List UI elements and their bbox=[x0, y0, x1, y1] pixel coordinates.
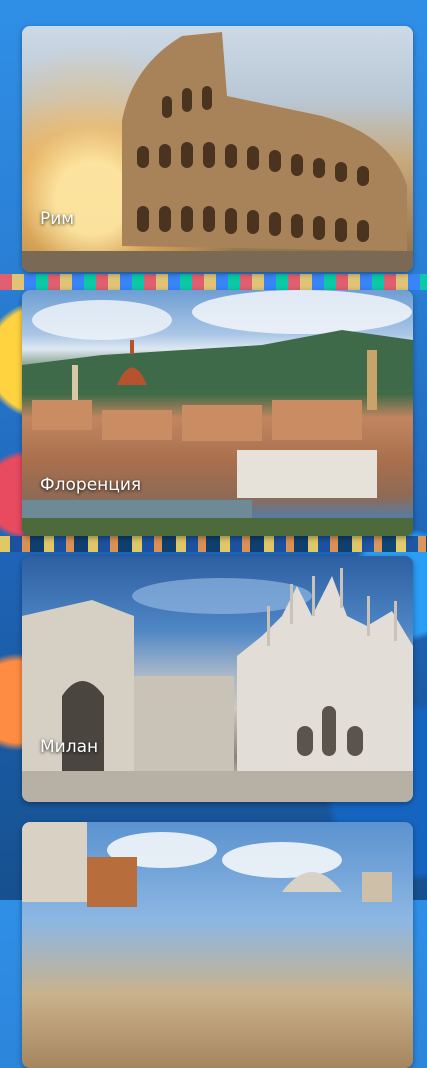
city-card-venice[interactable] bbox=[22, 822, 413, 1068]
city-photo-rome bbox=[22, 26, 413, 272]
city-card-milan[interactable]: Милан bbox=[22, 556, 413, 802]
city-photo-milan bbox=[22, 556, 413, 802]
city-name: Рим bbox=[40, 209, 75, 229]
city-photo-florence bbox=[22, 290, 413, 536]
city-name: Милан bbox=[40, 737, 99, 757]
city-photo-venice bbox=[22, 822, 413, 1068]
city-card-rome[interactable]: Рим bbox=[22, 26, 413, 272]
city-name: Флоренция bbox=[40, 475, 142, 495]
city-card-florence[interactable]: Флоренция bbox=[22, 290, 413, 536]
city-list: Рим Флоренция Милан bbox=[0, 0, 427, 1068]
